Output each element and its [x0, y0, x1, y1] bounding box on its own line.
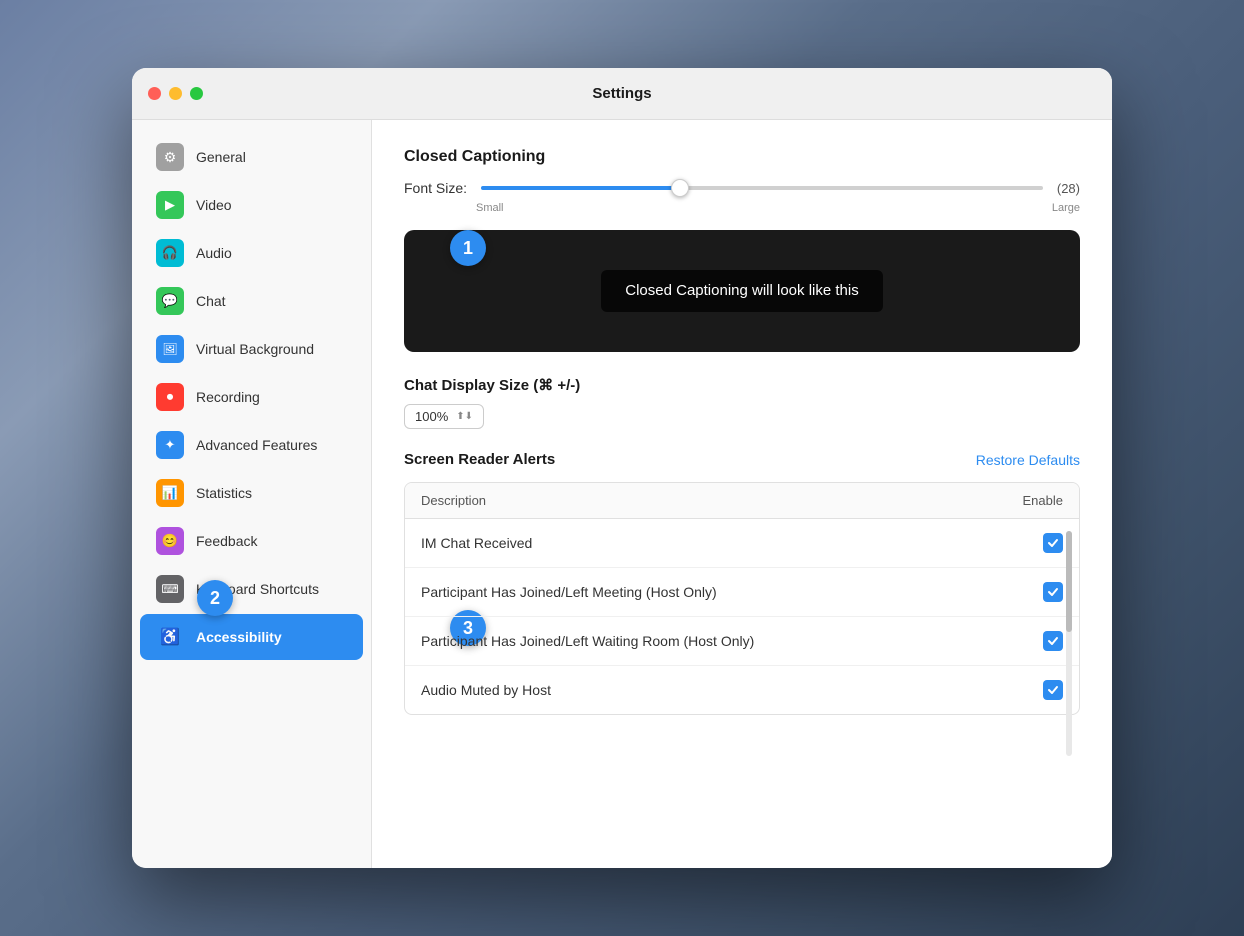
caption-preview: Closed Captioning will look like this — [404, 230, 1080, 352]
slider-labels: Small Large — [404, 202, 1080, 214]
col-description-header: Description — [421, 493, 486, 508]
sidebar-item-label: General — [196, 149, 246, 165]
sidebar-item-feedback[interactable]: 😊 Feedback — [140, 518, 363, 564]
recording-icon: ⏺ — [156, 383, 184, 411]
sidebar-item-label: Advanced Features — [196, 437, 317, 453]
titlebar: Settings — [132, 68, 1112, 120]
table-header: Description Enable — [405, 483, 1079, 519]
row-description: Participant Has Joined/Left Meeting (Hos… — [421, 584, 717, 600]
alerts-table-wrapper: Description Enable IM Chat Received — [404, 482, 1080, 715]
sidebar-item-label: Video — [196, 197, 232, 213]
accessibility-icon: ♿ — [156, 623, 184, 651]
traffic-lights — [148, 87, 203, 100]
row-description: Audio Muted by Host — [421, 682, 551, 698]
row-description: IM Chat Received — [421, 535, 532, 551]
sidebar-item-label: Accessibility — [196, 629, 282, 645]
sidebar-item-accessibility[interactable]: ♿ Accessibility — [140, 614, 363, 660]
sidebar-item-label: Chat — [196, 293, 226, 309]
caption-preview-text: Closed Captioning will look like this — [625, 282, 858, 299]
general-icon: ⚙ — [156, 143, 184, 171]
slider-value: (28) — [1057, 181, 1080, 196]
sidebar-item-label: Audio — [196, 245, 232, 261]
sidebar-item-label: Recording — [196, 389, 260, 405]
virtual-background-icon: 🖼 — [156, 335, 184, 363]
annotation-bubble-1: 1 — [450, 230, 486, 266]
content-area: ⚙ General ▶ Video 🎧 Audio 💬 Chat 🖼 Vi — [132, 120, 1112, 868]
font-size-row: Font Size: (28) — [404, 180, 1080, 196]
checkmark-icon — [1047, 635, 1059, 647]
screen-reader-section: Screen Reader Alerts Restore Defaults De… — [404, 451, 1080, 715]
sidebar-item-label: Virtual Background — [196, 341, 314, 357]
main-content: 1 2 3 Closed Captioning Font Size: (28) — [372, 120, 1112, 868]
settings-window: Settings ⚙ General ▶ Video 🎧 Audio 💬 — [132, 68, 1112, 868]
sidebar-item-label: Statistics — [196, 485, 252, 501]
slider-min-label: Small — [476, 202, 504, 214]
slider-container — [481, 186, 1043, 190]
scrollbar-thumb[interactable] — [1066, 531, 1072, 632]
statistics-icon: 📊 — [156, 479, 184, 507]
audio-icon: 🎧 — [156, 239, 184, 267]
sidebar-item-video[interactable]: ▶ Video — [140, 182, 363, 228]
closed-captioning-section: Closed Captioning Font Size: (28) Small … — [404, 148, 1080, 352]
checkmark-icon — [1047, 586, 1059, 598]
slider-max-label: Large — [1052, 202, 1080, 214]
restore-defaults-link[interactable]: Restore Defaults — [976, 452, 1080, 468]
table-row: IM Chat Received — [405, 519, 1079, 568]
row-checkbox-2[interactable] — [1043, 631, 1063, 651]
row-checkbox-3[interactable] — [1043, 680, 1063, 700]
dropdown-value: 100% — [415, 409, 448, 424]
font-size-label: Font Size: — [404, 180, 467, 196]
row-description: Participant Has Joined/Left Waiting Room… — [421, 633, 754, 649]
sidebar-item-advanced-features[interactable]: ✦ Advanced Features — [140, 422, 363, 468]
sidebar-item-recording[interactable]: ⏺ Recording — [140, 374, 363, 420]
checkmark-icon — [1047, 537, 1059, 549]
sidebar-item-general[interactable]: ⚙ General — [140, 134, 363, 180]
sidebar-item-keyboard-shortcuts[interactable]: ⌨ Keyboard Shortcuts — [140, 566, 363, 612]
close-button[interactable] — [148, 87, 161, 100]
sidebar-item-chat[interactable]: 💬 Chat — [140, 278, 363, 324]
maximize-button[interactable] — [190, 87, 203, 100]
col-enable-header: Enable — [1023, 493, 1063, 508]
window-title: Settings — [592, 85, 651, 102]
table-row: Participant Has Joined/Left Waiting Room… — [405, 617, 1079, 666]
minimize-button[interactable] — [169, 87, 182, 100]
table-row: Audio Muted by Host — [405, 666, 1079, 714]
checkmark-icon — [1047, 684, 1059, 696]
sidebar: ⚙ General ▶ Video 🎧 Audio 💬 Chat 🖼 Vi — [132, 120, 372, 868]
screen-reader-title: Screen Reader Alerts — [404, 451, 555, 468]
chat-display-dropdown[interactable]: 100% ⬆⬇ — [404, 404, 484, 429]
chat-display-title: Chat Display Size (⌘ +/-) — [404, 376, 1080, 394]
sidebar-item-statistics[interactable]: 📊 Statistics — [140, 470, 363, 516]
advanced-features-icon: ✦ — [156, 431, 184, 459]
feedback-icon: 😊 — [156, 527, 184, 555]
sidebar-item-label: Feedback — [196, 533, 257, 549]
sidebar-item-virtual-background[interactable]: 🖼 Virtual Background — [140, 326, 363, 372]
row-checkbox-0[interactable] — [1043, 533, 1063, 553]
dropdown-chevron-icon: ⬆⬇ — [456, 411, 473, 422]
screen-reader-header: Screen Reader Alerts Restore Defaults — [404, 451, 1080, 468]
row-checkbox-1[interactable] — [1043, 582, 1063, 602]
sidebar-item-audio[interactable]: 🎧 Audio — [140, 230, 363, 276]
video-icon: ▶ — [156, 191, 184, 219]
chat-display-section: Chat Display Size (⌘ +/-) 100% ⬆⬇ — [404, 376, 1080, 429]
keyboard-shortcuts-icon: ⌨ — [156, 575, 184, 603]
font-size-slider[interactable] — [481, 186, 1043, 190]
scrollbar[interactable] — [1066, 482, 1080, 715]
table-row: Participant Has Joined/Left Meeting (Hos… — [405, 568, 1079, 617]
closed-captioning-title: Closed Captioning — [404, 148, 1080, 166]
scrollbar-track — [1066, 531, 1072, 756]
chat-icon: 💬 — [156, 287, 184, 315]
alerts-table: Description Enable IM Chat Received — [404, 482, 1080, 715]
caption-text-box: Closed Captioning will look like this — [601, 270, 882, 312]
